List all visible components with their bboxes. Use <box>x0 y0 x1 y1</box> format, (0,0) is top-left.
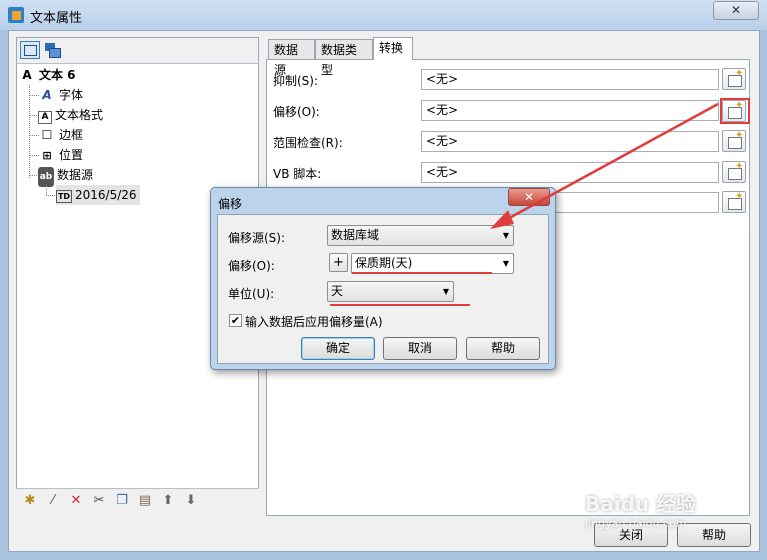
annotation-arrow <box>490 102 719 229</box>
arrow-shaft <box>501 102 719 224</box>
arrow-head <box>490 210 514 229</box>
watermark-brand: Baidu 经验 <box>585 492 697 516</box>
watermark: Baidu 经验 jingyan.baidu.com <box>585 488 760 548</box>
watermark-url: jingyan.baidu.com <box>585 517 687 530</box>
